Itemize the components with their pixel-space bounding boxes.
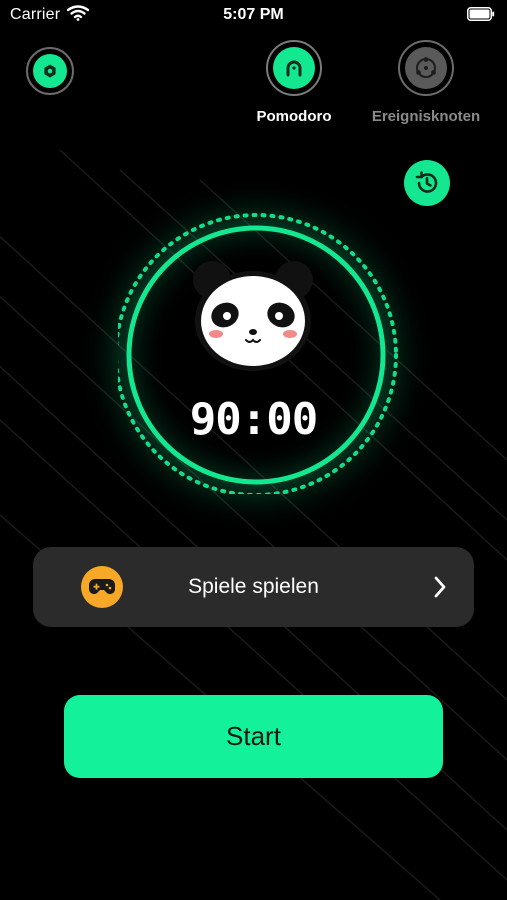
status-bar: Carrier 5:07 PM	[0, 0, 507, 30]
timer-display: 90:00	[189, 394, 318, 445]
history-icon	[415, 171, 438, 193]
settings-button[interactable]	[26, 47, 74, 95]
panda-mascot	[193, 261, 313, 371]
pomodoro-mode-label[interactable]: Pomodoro	[244, 108, 344, 125]
settings-icon	[33, 54, 67, 88]
event-node-mode-button[interactable]	[398, 40, 454, 96]
pomodoro-mode-button[interactable]	[266, 40, 322, 96]
history-button[interactable]	[404, 160, 450, 206]
start-button[interactable]: Start	[64, 695, 443, 778]
battery-icon	[467, 7, 495, 21]
status-time: 5:07 PM	[223, 6, 284, 23]
chevron-right-icon	[434, 576, 446, 598]
play-games-label: Spiele spielen	[188, 575, 319, 598]
play-games-card[interactable]: Spiele spielen	[33, 547, 474, 627]
event-node-mode-label[interactable]: Ereignisknoten	[360, 108, 492, 125]
event-node-icon	[405, 47, 447, 89]
pomodoro-icon	[273, 47, 315, 89]
